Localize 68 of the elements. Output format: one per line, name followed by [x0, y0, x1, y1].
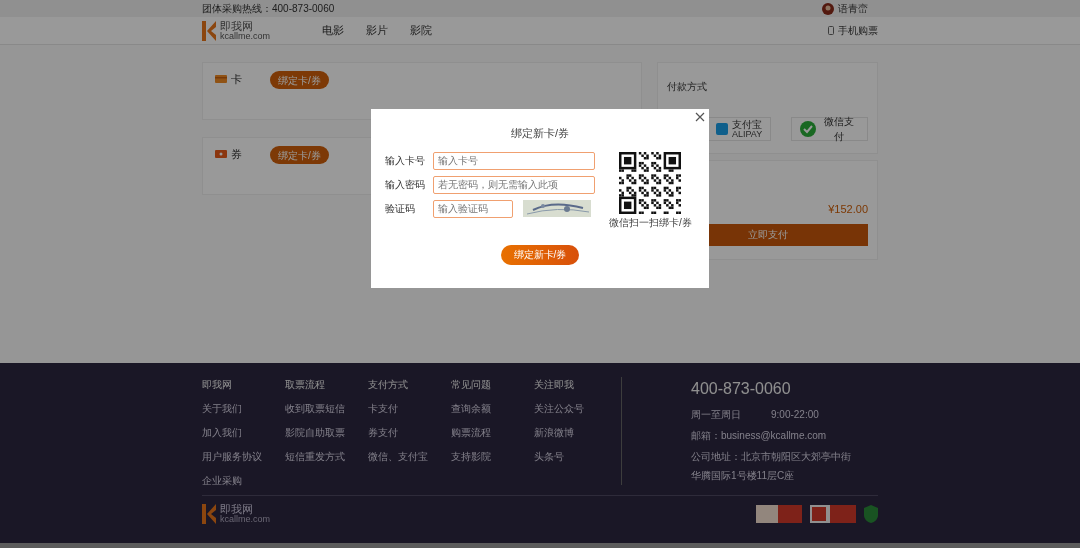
- footer-address: 华腾国际1号楼11层C座: [691, 469, 796, 483]
- bind-submit-button[interactable]: 绑定新卡/券: [501, 244, 579, 265]
- nav-link[interactable]: 电影: [322, 22, 344, 39]
- field-label: 输入卡号: [385, 154, 426, 168]
- mobile-link[interactable]: 手机购票: [838, 23, 878, 38]
- footer-link[interactable]: 用户服务协议: [202, 449, 285, 464]
- text-field[interactable]: 输入卡号: [433, 151, 595, 170]
- footer-heading: 常见问题: [451, 378, 492, 392]
- payment-label: 支付宝: [732, 119, 763, 130]
- footer-link[interactable]: 新浪微博: [534, 425, 617, 440]
- payment-label: 微信支付: [823, 115, 856, 144]
- text-field[interactable]: 若无密码，则无需输入此项: [433, 175, 595, 194]
- payment-option[interactable]: 微信支付: [791, 117, 868, 141]
- close-icon: [695, 112, 705, 122]
- footer-link[interactable]: 收到取票短信: [285, 401, 368, 416]
- logo-subtext: kcallme.com: [220, 515, 270, 524]
- section-title: 券: [231, 146, 242, 162]
- footer-link[interactable]: 支持影院: [451, 449, 534, 464]
- nav-link[interactable]: 影院: [410, 22, 432, 39]
- footer-heading: 关注即我: [534, 378, 575, 392]
- footer-link[interactable]: 购票流程: [451, 425, 534, 440]
- payment-title: 付款方式: [667, 81, 707, 92]
- footer-address: 公司地址：北京市朝阳区大郊亭中街: [691, 450, 851, 464]
- field-label: 验证码: [385, 202, 416, 216]
- shield-icon: [864, 505, 878, 523]
- text-field[interactable]: 输入验证码: [433, 199, 513, 218]
- nav-link[interactable]: 影片: [366, 22, 388, 39]
- footer-heading: 支付方式: [368, 378, 409, 392]
- alipay-icon: [716, 123, 728, 135]
- footer-heading: 即我网: [202, 378, 233, 392]
- bind-button[interactable]: 绑定卡/券: [270, 71, 329, 89]
- footer-email: 邮箱：business@kcallme.com: [691, 429, 828, 443]
- qr-code-icon: [619, 151, 682, 214]
- logo-icon: [202, 504, 216, 524]
- footer-link[interactable]: 短信重发方式: [285, 449, 368, 464]
- footer-phone: 400-873-0060: [691, 379, 792, 399]
- logo-text: 即我网: [220, 504, 253, 515]
- avatar-icon: [822, 2, 834, 15]
- section-title: 卡: [231, 71, 242, 87]
- logo-icon: [202, 20, 216, 41]
- payment-sublabel: ALIPAY: [732, 129, 763, 139]
- dialog-title: 绑定新卡/券: [510, 126, 570, 141]
- payment-option[interactable]: 支付宝 ALIPAY: [707, 117, 772, 141]
- footer-link[interactable]: 微信、支付宝: [368, 449, 451, 464]
- certification-badge-icon: [756, 505, 802, 523]
- certification-badge-icon: [810, 505, 856, 523]
- footer-link[interactable]: 卡支付: [368, 401, 451, 416]
- footer-link[interactable]: 加入我们: [202, 425, 285, 440]
- phone-icon: [828, 26, 834, 35]
- close-button[interactable]: [694, 111, 706, 123]
- footer-link[interactable]: 企业采购: [202, 473, 285, 488]
- field-label: 输入密码: [385, 178, 426, 192]
- logo-text: 即我网: [220, 20, 253, 32]
- footer-link[interactable]: 查询余额: [451, 401, 534, 416]
- footer-link[interactable]: 关于我们: [202, 401, 285, 416]
- bind-button[interactable]: 绑定卡/券: [270, 146, 329, 164]
- hotline-text: 团体采购热线：400-873-0060: [202, 2, 335, 16]
- card-icon: [215, 75, 227, 83]
- footer-link[interactable]: 券支付: [368, 425, 451, 440]
- ticket-icon: [215, 150, 227, 158]
- footer-link[interactable]: 头条号: [534, 449, 617, 464]
- footer-link[interactable]: 关注公众号: [534, 401, 617, 416]
- logo-subtext: kcallme.com: [220, 31, 270, 41]
- footer-link[interactable]: 影院自助取票: [285, 425, 368, 440]
- total-price: ¥152.00: [828, 202, 868, 217]
- footer-heading: 取票流程: [285, 378, 326, 392]
- service-hours: 9:00-22:00: [771, 408, 819, 422]
- user-name[interactable]: 语青峦: [838, 1, 868, 16]
